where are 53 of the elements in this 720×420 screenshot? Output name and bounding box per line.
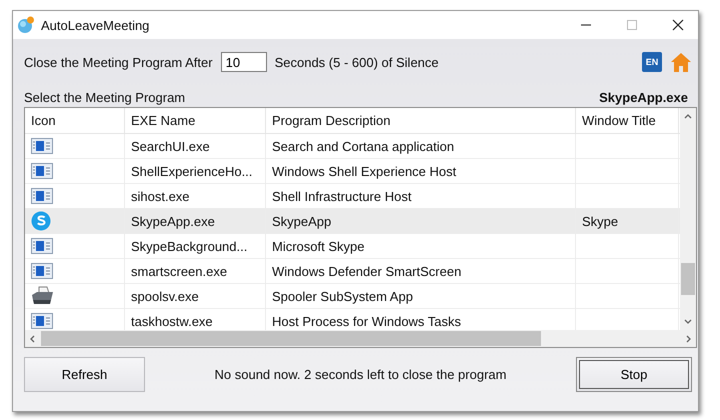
stop-button[interactable]: Stop xyxy=(576,356,692,392)
seconds-range-label: Seconds (5 - 600) of Silence xyxy=(274,54,439,70)
vertical-scrollbar[interactable] xyxy=(680,108,696,330)
horizontal-scrollbar[interactable] xyxy=(25,330,696,347)
column-header[interactable]: Program Description xyxy=(266,108,576,133)
window-icon xyxy=(31,163,53,179)
table-row[interactable]: ShellExperienceHo... Windows Shell Experience Host xyxy=(25,159,680,184)
table-row[interactable]: smartscreen.exe Windows Defender SmartScreen xyxy=(25,259,680,284)
refresh-button[interactable]: Refresh xyxy=(24,356,145,392)
table-cell: Microsoft Skype xyxy=(266,234,576,258)
scroll-up-icon[interactable] xyxy=(684,113,692,119)
timeout-label: Close the Meeting Program After xyxy=(24,54,213,70)
table-cell: spoolsv.exe xyxy=(125,284,266,308)
table-cell: Windows Shell Experience Host xyxy=(266,159,576,183)
scrollbar-thumb[interactable] xyxy=(681,263,695,295)
selected-program-label: SkypeApp.exe xyxy=(599,90,688,105)
status-message: No sound now. 2 seconds left to close the program xyxy=(214,366,508,382)
table-cell: Windows Defender SmartScreen xyxy=(266,259,576,283)
table-cell: SkypeBackground... xyxy=(125,234,266,258)
column-header[interactable]: EXE Name xyxy=(125,108,266,133)
window-icon xyxy=(31,238,53,254)
scroll-left-icon[interactable] xyxy=(29,334,35,342)
scrollbar-thumb[interactable] xyxy=(41,331,541,346)
column-header[interactable]: Icon xyxy=(25,108,125,133)
language-button[interactable]: EN xyxy=(642,52,662,72)
window-icon xyxy=(31,138,53,154)
close-icon[interactable] xyxy=(672,19,684,31)
section-label: Select the Meeting Program xyxy=(24,90,186,105)
table-cell: sihost.exe xyxy=(125,184,266,208)
table-row[interactable]: SkypeApp.exe SkypeApp Skype xyxy=(25,209,680,234)
printer-icon xyxy=(31,286,55,306)
table-row[interactable]: SkypeBackground... Microsoft Skype xyxy=(25,234,680,259)
table-cell: SearchUI.exe xyxy=(125,134,266,158)
window-icon xyxy=(31,313,53,329)
table-cell: Search and Cortana application xyxy=(266,134,576,158)
window-title: AutoLeaveMeeting xyxy=(41,18,150,32)
table-cell: Shell Infrastructure Host xyxy=(266,184,576,208)
table-row[interactable]: SearchUI.exe Search and Cortana application xyxy=(25,134,680,159)
table-cell: SkypeApp.exe xyxy=(125,209,266,233)
scroll-down-icon[interactable] xyxy=(684,319,692,325)
table-cell: smartscreen.exe xyxy=(125,259,266,283)
column-header[interactable]: Window Title xyxy=(576,108,679,133)
table-row[interactable]: spoolsv.exe Spooler SubSystem App xyxy=(25,284,680,309)
scroll-right-icon[interactable] xyxy=(686,334,692,342)
table-cell: Skype xyxy=(576,209,679,233)
globe-icon xyxy=(17,16,35,34)
window-icon xyxy=(31,263,53,279)
table-cell: ShellExperienceHo... xyxy=(125,159,266,183)
seconds-field[interactable]: 10 xyxy=(220,52,267,72)
skype-icon xyxy=(31,211,51,231)
table-cell: Spooler SubSystem App xyxy=(266,284,576,308)
table-cell: SkypeApp xyxy=(266,209,576,233)
window-icon xyxy=(31,188,53,204)
